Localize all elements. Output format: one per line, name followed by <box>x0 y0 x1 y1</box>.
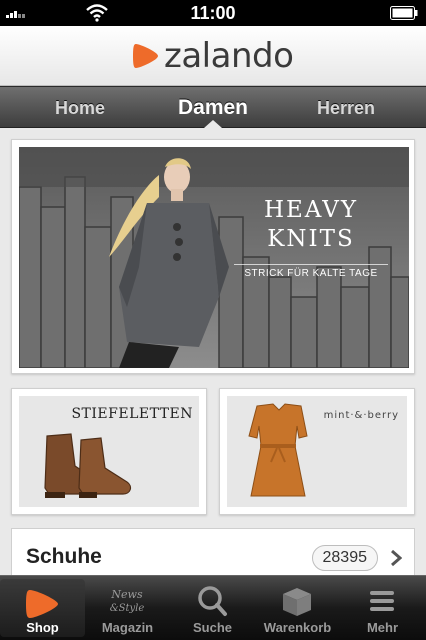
hero-image <box>19 147 409 368</box>
chevron-right-icon <box>391 549 402 567</box>
tab-shop[interactable]: Shop <box>0 579 85 637</box>
category-count-badge: 28395 <box>311 545 378 571</box>
search-icon <box>198 586 227 616</box>
tile-label-stiefeletten: STIEFELETTEN <box>71 406 193 422</box>
tab-warenkorb[interactable]: Warenkorb <box>255 576 340 640</box>
category-label: Schuhe <box>26 545 102 568</box>
brand-name: zalando <box>164 36 294 76</box>
menu-icon <box>370 591 394 611</box>
battery-icon <box>390 6 418 20</box>
tab-suche-label: Suche <box>192 620 232 635</box>
tab-warenkorb-label: Warenkorb <box>263 620 332 635</box>
status-bar: 11:00 <box>0 0 426 26</box>
zalando-logo[interactable]: zalando <box>132 36 312 76</box>
status-time: 11:00 <box>190 3 236 23</box>
app-header: zalando <box>0 26 426 86</box>
magazin-logo-news: News <box>110 588 143 601</box>
tab-shop-label: Shop <box>26 620 59 635</box>
tab-mehr[interactable]: Mehr <box>340 576 425 640</box>
hero-title-line1: HEAVY <box>263 197 359 223</box>
tile-stiefeletten[interactable]: STIEFELETTEN <box>11 388 207 515</box>
tab-magazin-label: Magazin <box>101 620 154 635</box>
magazin-logo-style: &Style <box>110 603 145 614</box>
hero-banner[interactable]: HEAVY KNITS STRICK FÜR KALTE TAGE <box>11 139 415 374</box>
tab-mehr-label: Mehr <box>366 620 399 635</box>
bottom-tab-bar: Shop News &Style Magazin Suche Warenkorb… <box>0 575 426 640</box>
tile-label-mint-berry: mint·&·berry <box>323 410 399 421</box>
tab-home[interactable]: Home <box>30 87 130 129</box>
category-tabs: Home Damen Herren <box>0 86 426 128</box>
active-tab-pointer <box>204 120 222 128</box>
tile-mint-berry[interactable]: mint·&·berry <box>219 388 415 515</box>
tab-magazin[interactable]: News &Style Magazin <box>85 576 170 640</box>
cart-box-icon <box>283 588 311 616</box>
hero-subtitle: STRICK FÜR KALTE TAGE <box>234 264 388 279</box>
zalando-mark-icon <box>133 44 158 68</box>
tab-suche[interactable]: Suche <box>170 576 255 640</box>
hero-title-line2: KNITS <box>267 226 355 252</box>
tab-herren[interactable]: Herren <box>296 87 396 129</box>
zalando-icon <box>26 590 58 618</box>
news-style-icon: News &Style <box>110 588 145 614</box>
